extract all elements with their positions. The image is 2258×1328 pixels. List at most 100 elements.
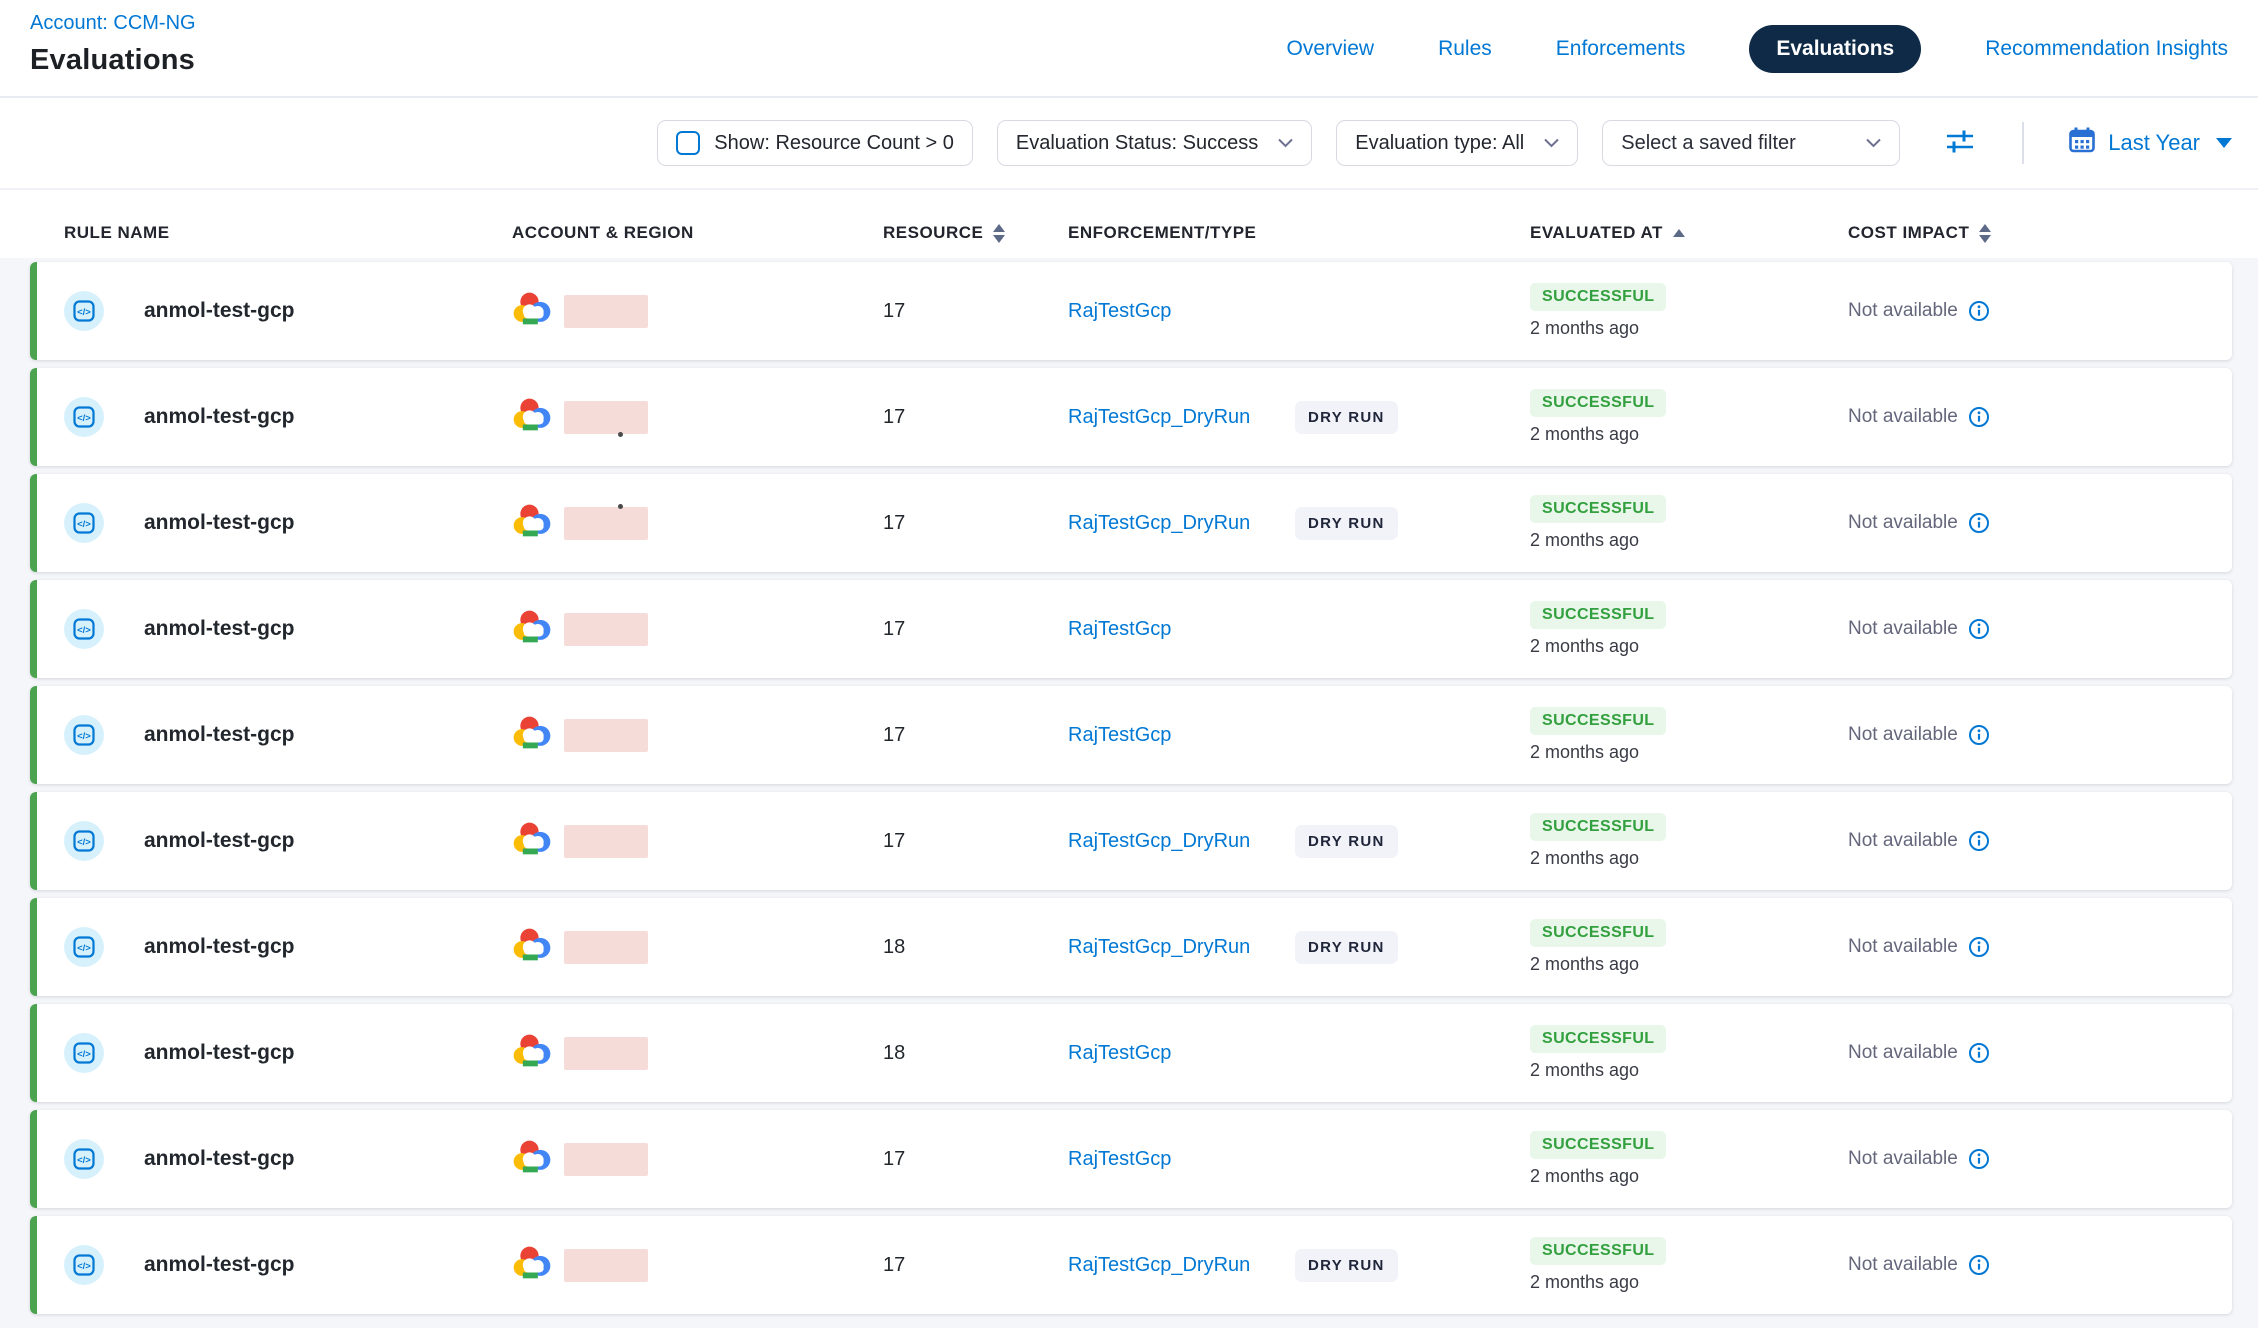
resource-count-checkbox[interactable] (676, 131, 700, 155)
column-header-evaluated-at[interactable]: EVALUATED AT (1530, 223, 1848, 243)
enforcement-link[interactable]: RajTestGcp (1068, 724, 1171, 747)
rule-name: anmol-test-gcp (144, 1253, 295, 1277)
rule-name: anmol-test-gcp (144, 299, 295, 323)
status-badge: SUCCESSFUL (1530, 1025, 1666, 1053)
info-icon[interactable] (1968, 406, 1990, 428)
rule-icon: </> (64, 397, 104, 437)
rule-name-cell: </> anmol-test-gcp (64, 821, 512, 861)
rule-name: anmol-test-gcp (144, 617, 295, 641)
rule-name: anmol-test-gcp (144, 935, 295, 959)
column-header-cost-impact[interactable]: COST IMPACT (1848, 223, 2232, 243)
cost-impact-cell: Not available (1848, 300, 2232, 322)
redacted-account-id (564, 295, 648, 328)
cost-impact-value: Not available (1848, 406, 1958, 428)
rule-name-cell: </> anmol-test-gcp (64, 1033, 512, 1073)
table-row[interactable]: </> anmol-test-gcp 17 RajTest (30, 368, 2232, 466)
enforcement-link[interactable]: RajTestGcp_DryRun (1068, 406, 1250, 429)
table-row[interactable]: </> anmol-test-gcp 18 RajTest (30, 1004, 2232, 1102)
rule-icon: </> (64, 291, 104, 331)
enforcement-cell: RajTestGcp_DryRun DRY RUN (1068, 936, 1530, 959)
table-row[interactable]: </> anmol-test-gcp 17 RajTest (30, 580, 2232, 678)
rule-icon: </> (64, 503, 104, 543)
evaluated-at-cell: SUCCESSFUL 2 months ago (1530, 1237, 1848, 1293)
sort-icon (993, 224, 1005, 243)
evaluation-type-dropdown[interactable]: Evaluation type: All (1336, 120, 1578, 166)
enforcement-cell: RajTestGcp (1068, 1148, 1530, 1171)
table-row[interactable]: </> anmol-test-gcp 17 RajTest (30, 686, 2232, 784)
table-row[interactable]: </> anmol-test-gcp 17 RajTest (30, 1216, 2232, 1314)
svg-text:</>: </> (77, 1261, 91, 1272)
info-icon[interactable] (1968, 618, 1990, 640)
divider (0, 188, 2258, 190)
dry-run-badge: DRY RUN (1295, 507, 1398, 540)
resource-count: 17 (883, 618, 1068, 641)
nav-tab-evaluations[interactable]: Evaluations (1749, 25, 1921, 73)
status-badge: SUCCESSFUL (1530, 1131, 1666, 1159)
info-icon[interactable] (1968, 1042, 1990, 1064)
rule-name-cell: </> anmol-test-gcp (64, 1139, 512, 1179)
info-icon[interactable] (1968, 1254, 1990, 1276)
evaluated-time: 2 months ago (1530, 742, 1639, 763)
redacted-account-id (564, 507, 648, 540)
enforcement-link[interactable]: RajTestGcp (1068, 1148, 1171, 1171)
table-row[interactable]: </> anmol-test-gcp 17 RajTest (30, 474, 2232, 572)
svg-text:</>: </> (77, 625, 91, 636)
rule-name: anmol-test-gcp (144, 1147, 295, 1171)
enforcement-link[interactable]: RajTestGcp_DryRun (1068, 512, 1250, 535)
evaluated-time: 2 months ago (1530, 1166, 1639, 1187)
enforcement-link[interactable]: RajTestGcp_DryRun (1068, 936, 1250, 959)
info-icon[interactable] (1968, 512, 1990, 534)
redacted-account-id (564, 719, 648, 752)
rule-icon: </> (64, 1139, 104, 1179)
enforcement-link[interactable]: RajTestGcp (1068, 1042, 1171, 1065)
gcp-logo-icon (512, 609, 552, 649)
info-icon[interactable] (1968, 936, 1990, 958)
table-row[interactable]: </> anmol-test-gcp 17 RajTest (30, 1110, 2232, 1208)
cost-impact-value: Not available (1848, 1148, 1958, 1170)
enforcement-link[interactable]: RajTestGcp (1068, 618, 1171, 641)
filter-settings-button[interactable] (1942, 123, 1978, 164)
cost-impact-cell: Not available (1848, 1254, 2232, 1276)
enforcement-link[interactable]: RajTestGcp_DryRun (1068, 830, 1250, 853)
evaluated-time: 2 months ago (1530, 530, 1639, 551)
cost-impact-value: Not available (1848, 724, 1958, 746)
cost-impact-value: Not available (1848, 618, 1958, 640)
enforcement-link[interactable]: RajTestGcp_DryRun (1068, 1254, 1250, 1277)
nav-tab-recommendation-insights[interactable]: Recommendation Insights (1985, 37, 2228, 61)
status-badge: SUCCESSFUL (1530, 283, 1666, 311)
table-row[interactable]: </> anmol-test-gcp 17 RajTest (30, 262, 2232, 360)
breadcrumb[interactable]: Account: CCM-NG (30, 12, 196, 35)
column-header-account-region: ACCOUNT & REGION (512, 223, 883, 243)
resource-count-filter-toggle[interactable]: Show: Resource Count > 0 (657, 120, 973, 166)
nav-tab-rules[interactable]: Rules (1438, 37, 1492, 61)
account-region-cell (512, 1033, 883, 1073)
table-row[interactable]: </> anmol-test-gcp 17 RajTest (30, 792, 2232, 890)
svg-text:</>: </> (77, 413, 91, 424)
dry-run-badge: DRY RUN (1295, 401, 1398, 434)
evaluation-status-dropdown[interactable]: Evaluation Status: Success (997, 120, 1312, 166)
svg-text:</>: </> (77, 837, 91, 848)
table-row[interactable]: </> anmol-test-gcp 18 RajTest (30, 898, 2232, 996)
enforcement-link[interactable]: RajTestGcp (1068, 300, 1171, 323)
rule-name-cell: </> anmol-test-gcp (64, 503, 512, 543)
cost-impact-cell: Not available (1848, 512, 2232, 534)
cost-impact-value: Not available (1848, 830, 1958, 852)
cost-impact-value: Not available (1848, 300, 1958, 322)
info-icon[interactable] (1968, 300, 1990, 322)
info-icon[interactable] (1968, 1148, 1990, 1170)
sort-asc-icon (1673, 229, 1685, 237)
rule-name-cell: </> anmol-test-gcp (64, 927, 512, 967)
nav-tab-enforcements[interactable]: Enforcements (1556, 37, 1686, 61)
nav-tab-overview[interactable]: Overview (1287, 37, 1375, 61)
info-icon[interactable] (1968, 830, 1990, 852)
sliders-icon (1942, 123, 1978, 164)
saved-filter-placeholder: Select a saved filter (1621, 132, 1796, 155)
saved-filter-select[interactable]: Select a saved filter (1602, 120, 1900, 166)
rule-icon: </> (64, 927, 104, 967)
chevron-down-icon (1866, 138, 1881, 148)
svg-text:</>: </> (77, 519, 91, 530)
info-icon[interactable] (1968, 724, 1990, 746)
date-range-picker[interactable]: Last Year (2068, 126, 2232, 160)
enforcement-cell: RajTestGcp (1068, 618, 1530, 641)
column-header-resource[interactable]: RESOURCE (883, 223, 1068, 243)
